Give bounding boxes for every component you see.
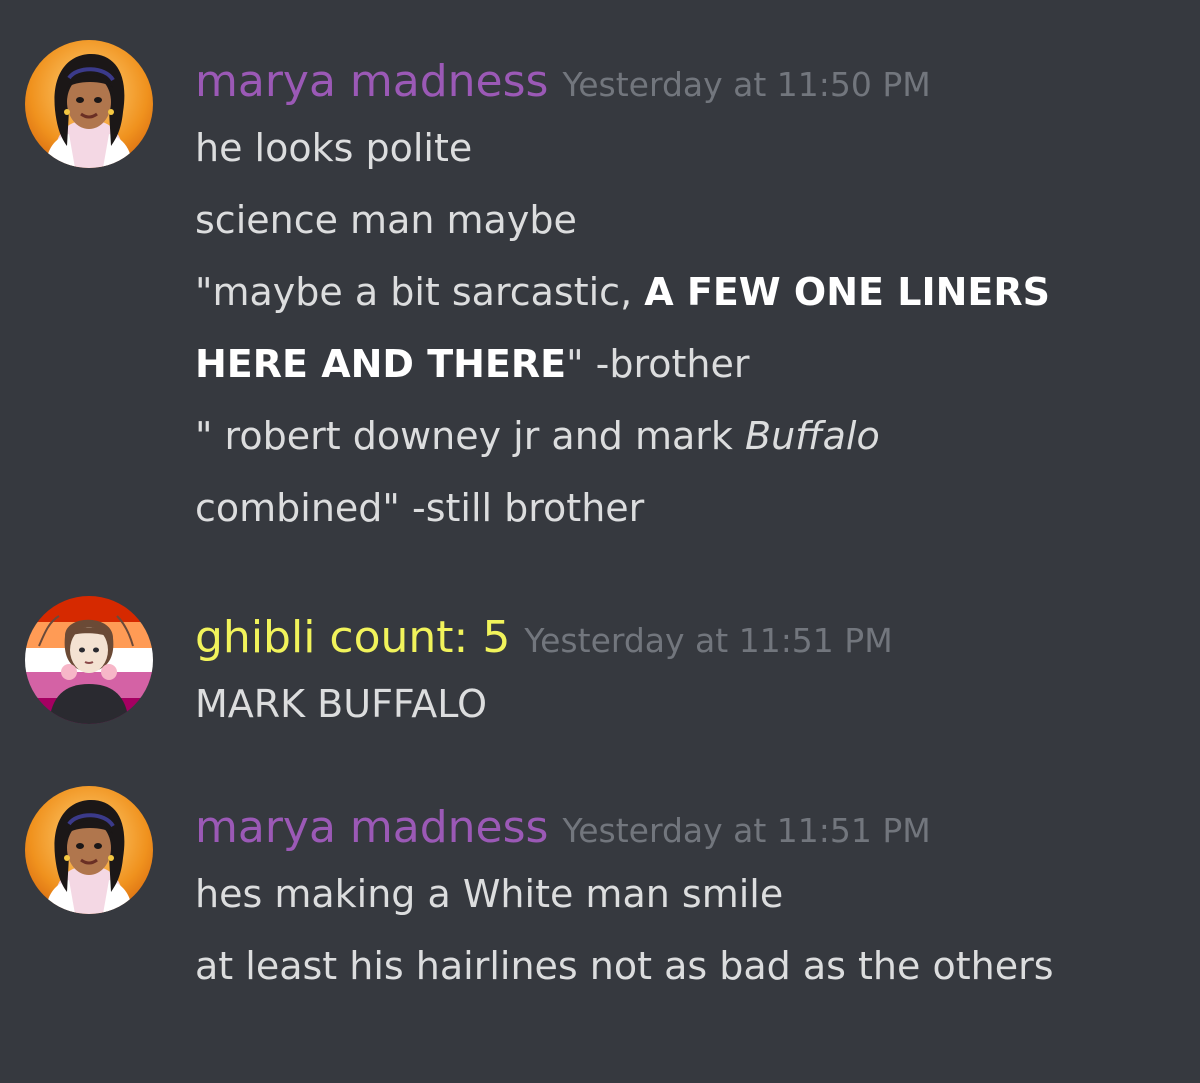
timestamp: Yesterday at 11:51 PM (524, 621, 893, 660)
message-content: hes making a White man smile at least hi… (195, 858, 1185, 1002)
italic-text: Buffalo (745, 414, 880, 458)
text-span: "maybe a bit sarcastic, (195, 270, 645, 314)
chat-messages: marya madness Yesterday at 11:50 PM he lo… (0, 0, 1200, 1083)
message-content: he looks polite science man maybe "maybe… (195, 112, 1185, 544)
message-line: HERE AND THERE" -brother (195, 328, 1185, 400)
ghibli-avatar-icon[interactable] (25, 596, 153, 724)
marya-avatar-icon[interactable] (25, 40, 153, 168)
message-header: marya madness Yesterday at 11:50 PM (195, 54, 931, 110)
message-line: combined" -still brother (195, 486, 645, 530)
message-line: "maybe a bit sarcastic, A FEW ONE LINERS (195, 256, 1185, 328)
bold-text: A FEW ONE LINERS (644, 270, 1050, 314)
username[interactable]: ghibli count: 5 (195, 612, 510, 663)
message-content: MARK BUFFALO (195, 668, 1185, 740)
message-group: marya madness Yesterday at 11:51 PM hes m… (0, 786, 1200, 1020)
message-header: marya madness Yesterday at 11:51 PM (195, 800, 931, 856)
username[interactable]: marya madness (195, 56, 548, 107)
text-span: " robert downey jr and mark (195, 414, 746, 458)
message-line: science man maybe (195, 198, 577, 242)
message-line: at least his hairlines not as bad as the… (195, 944, 1054, 988)
timestamp: Yesterday at 11:50 PM (562, 65, 931, 104)
message-line: " robert downey jr and mark Buffalo (195, 400, 1185, 472)
message-group: marya madness Yesterday at 11:50 PM he lo… (0, 40, 1200, 554)
bold-text: HERE AND THERE (195, 342, 567, 386)
message-line: hes making a White man smile (195, 872, 784, 916)
message-group: ghibli count: 5 Yesterday at 11:51 PM MAR… (0, 596, 1200, 750)
marya-avatar-icon[interactable] (25, 786, 153, 914)
message-line: MARK BUFFALO (195, 682, 488, 726)
timestamp: Yesterday at 11:51 PM (562, 811, 931, 850)
username[interactable]: marya madness (195, 802, 548, 853)
text-span: " -brother (566, 342, 750, 386)
message-line: he looks polite (195, 126, 473, 170)
message-header: ghibli count: 5 Yesterday at 11:51 PM (195, 610, 893, 666)
